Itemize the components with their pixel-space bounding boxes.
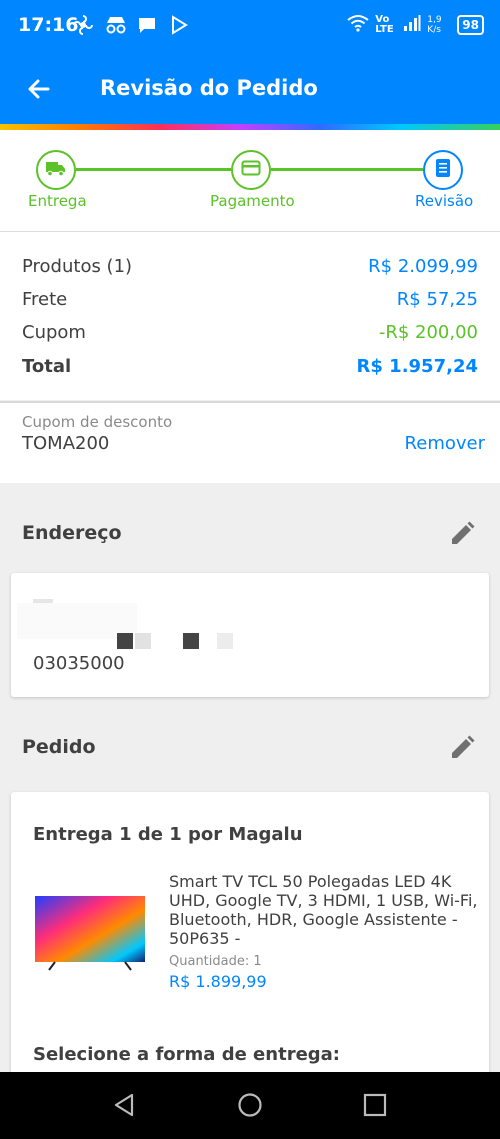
redacted-pixel [135,633,151,649]
summary-row-shipping: Frete R$ 57,25 [22,289,478,310]
status-bar: 17:16 Vo LTE 1,9 K/s 98 [0,0,500,52]
shipping-label: Frete [22,289,68,310]
step-review[interactable] [423,150,463,190]
page-title: Revisão do Pedido [100,76,318,100]
address-cep: 03035000 [33,653,125,674]
chat-icon [136,14,158,36]
delivery-info: Entrega 1 de 1 por Magalu [33,824,303,845]
app-bar: Revisão do Pedido [0,52,500,124]
total-label: Total [22,356,72,377]
nav-recents-icon[interactable] [362,1092,388,1118]
network-type: Vo LTE [375,13,394,35]
nav-back-icon[interactable] [112,1092,138,1118]
address-heading: Endereço [22,522,122,544]
wifi-icon [347,14,369,35]
receipt-icon [434,158,452,182]
products-value: R$ 2.099,99 [368,256,478,277]
coupon-code: TOMA200 [22,433,110,454]
order-heading: Pedido [22,736,96,758]
order-card: Entrega 1 de 1 por Magalu Smart TV TCL 5… [11,792,489,1092]
step-label-review: Revisão [415,192,474,210]
incognito-icon [104,14,126,36]
summary-row-total: Total R$ 1.957,24 [22,356,478,377]
product-price: R$ 1.899,99 [169,972,267,991]
status-right: Vo LTE 1,9 K/s 98 [347,14,484,35]
play-store-icon [168,14,190,36]
stepper-line-1 [76,168,231,171]
network-speed: 1,9 K/s [427,14,442,35]
fan-icon [72,14,94,36]
card-icon [241,160,261,180]
product-quantity: Quantidade: 1 [169,954,262,969]
system-nav-bar [0,1072,500,1139]
edit-order-icon[interactable] [448,734,476,762]
battery-indicator: 98 [457,14,484,35]
notification-icons [72,14,190,36]
stepper-line-2 [271,168,423,171]
signal-icon [403,15,421,34]
redacted-pixel [117,633,133,649]
products-label: Produtos (1) [22,256,133,277]
step-label-delivery: Entrega [28,192,87,210]
summary-row-products: Produtos (1) R$ 2.099,99 [22,256,478,277]
checkout-stepper: Entrega Pagamento Revisão [0,130,500,232]
redacted-pixel [183,633,199,649]
summary-row-coupon: Cupom -R$ 200,00 [22,322,478,343]
select-delivery-label: Selecione a forma de entrega: [33,1044,341,1065]
truck-icon [45,159,67,181]
total-value: R$ 1.957,24 [356,356,478,377]
coupon-discount-label: Cupom [22,322,86,343]
order-summary: Produtos (1) R$ 2.099,99 Frete R$ 57,25 … [0,232,500,400]
coupon-section: Cupom de desconto TOMA200 Remover [0,403,500,483]
edit-address-icon[interactable] [448,520,476,548]
nav-home-icon[interactable] [237,1092,263,1118]
step-delivery[interactable] [36,150,76,190]
step-label-payment: Pagamento [210,192,295,210]
step-payment[interactable] [231,150,271,190]
back-arrow-icon[interactable] [22,72,56,106]
coupon-label: Cupom de desconto [22,413,173,431]
redacted-pixel [217,633,233,649]
status-time: 17:16 [18,14,79,36]
shipping-value: R$ 57,25 [396,289,478,310]
remove-coupon-button[interactable]: Remover [405,433,485,454]
address-card[interactable]: 03035000 [11,573,489,697]
tv-product-image[interactable] [35,896,145,971]
coupon-discount-value: -R$ 200,00 [378,322,478,343]
product-name[interactable]: Smart TV TCL 50 Polegadas LED 4K UHD, Go… [169,872,479,948]
